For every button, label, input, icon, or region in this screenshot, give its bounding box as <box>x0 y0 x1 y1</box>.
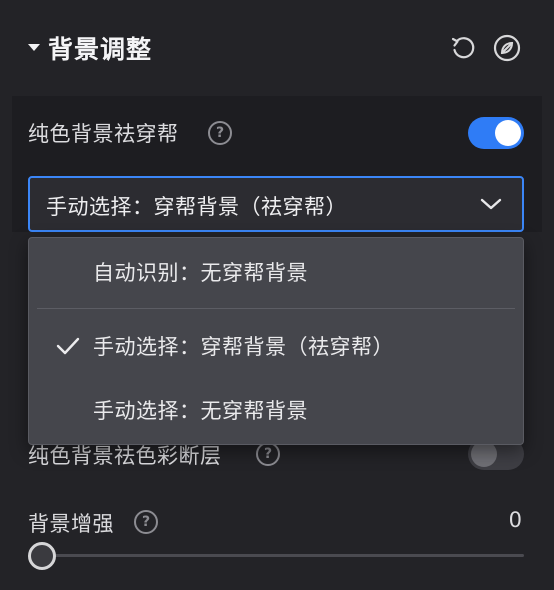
select-value: 手动选择：穿帮背景（祛穿帮） <box>46 195 347 219</box>
bg-mode-select[interactable]: 手动选择：穿帮背景（祛穿帮） <box>28 176 524 232</box>
divider <box>37 308 515 309</box>
reset-icon[interactable] <box>448 33 478 63</box>
dropdown-option[interactable]: 手动选择：无穿帮背景 <box>29 382 523 438</box>
help-icon[interactable]: ? <box>134 510 158 534</box>
enhance-slider-thumb[interactable] <box>28 542 56 570</box>
option-label: 手动选择：穿帮背景（祛穿帮） <box>93 335 394 359</box>
chevron-down-icon <box>480 198 502 210</box>
eraser-icon[interactable] <box>492 33 522 63</box>
enhance-value: 0 <box>508 508 522 532</box>
remove-bg-toggle[interactable] <box>468 117 524 149</box>
option-label: 自动识别：无穿帮背景 <box>93 261 308 285</box>
dropdown-option[interactable]: 自动识别：无穿帮背景 <box>29 244 523 300</box>
option-label: 手动选择：无穿帮背景 <box>93 399 308 423</box>
help-icon[interactable]: ? <box>208 121 232 145</box>
panel-header: 背景调整 <box>0 0 554 96</box>
toggle-knob <box>495 120 521 146</box>
enhance-slider-track[interactable] <box>42 554 524 557</box>
check-icon <box>56 337 80 355</box>
bg-mode-dropdown: 自动识别：无穿帮背景 手动选择：穿帮背景（祛穿帮） 手动选择：无穿帮背景 <box>28 237 524 445</box>
help-icon[interactable]: ? <box>256 442 280 466</box>
panel-title: 背景调整 <box>48 35 153 64</box>
dropdown-option-selected[interactable]: 手动选择：穿帮背景（祛穿帮） <box>29 318 523 374</box>
remove-bg-label: 纯色背景祛穿帮 <box>28 122 179 146</box>
collapse-caret-icon[interactable] <box>28 44 40 51</box>
enhance-label: 背景增强 <box>28 512 114 536</box>
